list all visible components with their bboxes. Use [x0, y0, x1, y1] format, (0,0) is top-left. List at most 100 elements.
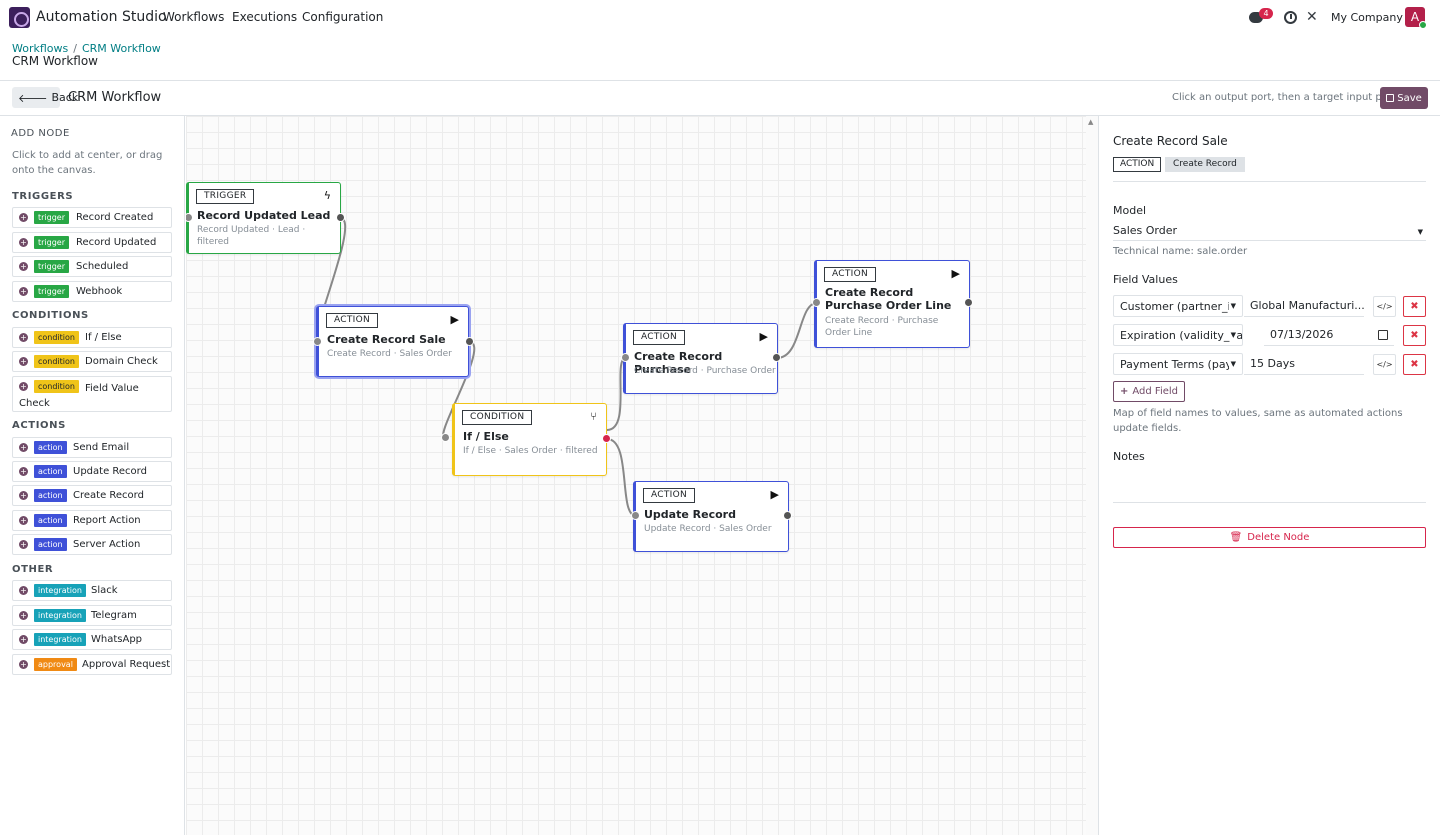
input-port[interactable]: [621, 353, 630, 362]
input-port[interactable]: [441, 433, 450, 442]
palette-item-webhook[interactable]: + trigger Webhook: [12, 281, 172, 302]
output-port[interactable]: [336, 213, 345, 222]
node-if-else[interactable]: CONDITION ⑂ If / Else If / Else · Sales …: [452, 403, 607, 476]
field-key-select[interactable]: Customer (partner_i ▼: [1113, 295, 1243, 317]
palette-item-scheduled[interactable]: + trigger Scheduled: [12, 256, 172, 277]
back-button[interactable]: 🡐 Back: [12, 87, 78, 108]
palette-item-label: Telegram: [91, 610, 137, 621]
field-value-input[interactable]: 15 Days: [1244, 353, 1364, 375]
model-select[interactable]: Sales Order ▼: [1113, 224, 1426, 241]
trash-icon: 🗑: [1229, 532, 1243, 543]
field-key-select[interactable]: Expiration (validity_dat ▼: [1113, 324, 1243, 346]
palette-item-if-else[interactable]: + condition If / Else: [12, 327, 172, 348]
node-update-record[interactable]: ACTION ▶ Update Record Update Record · S…: [633, 481, 789, 552]
palette-item-slack[interactable]: + integration Slack: [12, 580, 172, 601]
canvas-scrollbar[interactable]: ▲: [1086, 116, 1098, 835]
palette-item-report-action[interactable]: + action Report Action: [12, 510, 172, 531]
palette-item-label: Create Record: [73, 490, 144, 501]
edge-create-purchase-to-po-line[interactable]: [776, 302, 818, 359]
node-subtitle: Update Record · Sales Order: [644, 524, 772, 534]
connect-hint: Click an output port, then a target inpu…: [1172, 92, 1396, 103]
plus-icon: +: [19, 238, 28, 247]
input-port[interactable]: [812, 298, 821, 307]
workflow-canvas[interactable]: TRIGGER ϟ Record Updated Lead Record Upd…: [186, 116, 1098, 835]
workflow-title: CRM Workflow: [68, 90, 162, 105]
type-tag: trigger: [34, 211, 70, 224]
delete-node-label: Delete Node: [1247, 532, 1310, 543]
palette-item-send-email[interactable]: + action Send Email: [12, 437, 172, 458]
notes-label: Notes: [1113, 450, 1145, 463]
bolt-icon: ϟ: [323, 189, 331, 202]
field-values-help: Map of field names to values, same as au…: [1113, 408, 1403, 434]
delete-field-icon[interactable]: ✖: [1403, 325, 1426, 346]
output-port[interactable]: [964, 298, 973, 307]
palette-item-whatsapp[interactable]: + integration WhatsApp: [12, 629, 172, 650]
plus-icon: +: [1119, 386, 1129, 397]
edge-if-else-to-update-record[interactable]: [606, 438, 637, 517]
palette-item-record-updated[interactable]: + trigger Record Updated: [12, 232, 172, 253]
palette-item-label: Record Updated: [76, 237, 157, 248]
chat-badge: 4: [1259, 8, 1273, 19]
delete-field-icon[interactable]: ✖: [1403, 354, 1426, 375]
type-tag: action: [34, 489, 67, 502]
node-record-updated-lead[interactable]: TRIGGER ϟ Record Updated Lead Record Upd…: [186, 182, 341, 254]
save-label: Save: [1397, 92, 1422, 104]
node-title: Create Record Sale: [327, 333, 446, 346]
menu-configuration[interactable]: Configuration: [302, 10, 383, 24]
palette-item-label: Webhook: [76, 286, 123, 297]
clock-icon[interactable]: [1284, 11, 1297, 24]
code-icon[interactable]: </>: [1373, 296, 1396, 317]
save-button[interactable]: Save: [1380, 87, 1428, 109]
palette-help: Click to add at center, or drag onto the…: [12, 150, 163, 176]
palette-item-field-value-check[interactable]: + condition Field Value Check: [12, 376, 172, 412]
node-title: Create Record Purchase Order Line: [825, 286, 952, 312]
node-create-record-purchase[interactable]: ACTION ▶ Create Record Purchase Create R…: [623, 323, 778, 394]
output-port[interactable]: [772, 353, 781, 362]
app-name[interactable]: Automation Studio: [36, 9, 167, 25]
play-icon: ▶: [759, 330, 768, 343]
field-value-input[interactable]: Global Manufacturi...: [1244, 295, 1364, 317]
menu-executions[interactable]: Executions: [232, 10, 297, 24]
page-title: CRM Workflow: [12, 54, 98, 68]
palette-item-server-action[interactable]: + action Server Action: [12, 534, 172, 555]
scroll-up-icon[interactable]: ▲: [1088, 118, 1093, 126]
menu-workflows[interactable]: Workflows: [163, 10, 224, 24]
plus-icon: +: [19, 213, 28, 222]
group-other: OTHER: [12, 564, 54, 575]
palette-item-label: Send Email: [73, 442, 130, 453]
add-field-button[interactable]: + Add Field: [1113, 381, 1185, 402]
plus-icon: +: [19, 611, 28, 620]
app-logo-icon[interactable]: [9, 7, 30, 28]
palette-item-domain-check[interactable]: + condition Domain Check: [12, 351, 172, 372]
input-port[interactable]: [631, 511, 640, 520]
delete-field-icon[interactable]: ✖: [1403, 296, 1426, 317]
code-icon[interactable]: </>: [1373, 354, 1396, 375]
divider: [1113, 181, 1426, 182]
input-port[interactable]: [313, 337, 322, 346]
branch-icon: ⑂: [590, 410, 597, 423]
tools-icon[interactable]: ✕: [1306, 10, 1318, 24]
play-icon: ▶: [951, 267, 960, 280]
palette-item-label: If / Else: [85, 332, 122, 343]
delete-node-button[interactable]: 🗑 Delete Node: [1113, 527, 1426, 548]
calendar-icon[interactable]: [1378, 330, 1388, 340]
false-output-port[interactable]: [602, 434, 611, 443]
output-port[interactable]: [783, 511, 792, 520]
inspector-type-tag: ACTION: [1113, 157, 1162, 172]
palette-item-update-record[interactable]: + action Update Record: [12, 461, 172, 482]
type-tag: approval: [34, 658, 77, 671]
field-key-select[interactable]: Payment Terms (pay ▼: [1113, 353, 1243, 375]
palette-heading: ADD NODE: [11, 128, 70, 139]
node-create-record-po-line[interactable]: ACTION ▶ Create Record Purchase Order Li…: [814, 260, 970, 348]
chevron-down-icon: ▼: [1228, 360, 1236, 368]
palette-item-record-created[interactable]: + trigger Record Created: [12, 207, 172, 228]
palette-item-approval-request[interactable]: + approval Approval Request: [12, 654, 172, 675]
output-port[interactable]: [465, 337, 474, 346]
node-create-record-sale[interactable]: ACTION ▶ Create Record Sale Create Recor…: [316, 306, 469, 377]
field-key-value: Payment Terms (pay: [1120, 358, 1233, 371]
palette-item-create-record[interactable]: + action Create Record: [12, 485, 172, 506]
notes-textarea[interactable]: [1113, 470, 1426, 503]
field-date-input[interactable]: 07/13/2026: [1264, 324, 1394, 346]
company-switcher[interactable]: My Company: [1331, 11, 1403, 24]
palette-item-telegram[interactable]: + integration Telegram: [12, 605, 172, 626]
